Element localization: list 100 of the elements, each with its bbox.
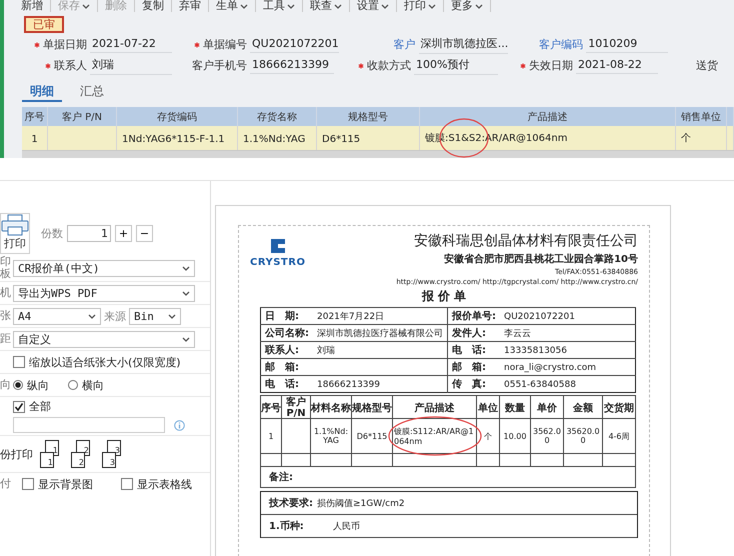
checkbox-label: 显示表格线	[137, 476, 192, 492]
table-cell: 1Nd:YAG6*115-F-1.1	[116, 126, 238, 150]
column-header: 金额	[564, 396, 602, 418]
toolbar-button[interactable]: 新增	[14, 0, 51, 12]
column-header: 存货名称	[238, 107, 316, 126]
info-value: 人民币	[333, 520, 360, 532]
table-cell: 个	[676, 126, 726, 150]
info-label: 邮 箱:	[265, 360, 300, 374]
table-cell: 10.00	[500, 418, 530, 454]
field-link[interactable]: 客户	[394, 37, 416, 52]
info-value: 李云云	[504, 328, 531, 338]
radio-button[interactable]	[13, 380, 23, 390]
tab[interactable]: 汇总	[72, 82, 112, 102]
table-cell: D6*115	[316, 126, 420, 150]
tab[interactable]: 明细	[22, 82, 62, 102]
caret-icon	[182, 266, 190, 271]
info-label: 邮 箱:	[452, 360, 487, 374]
field-value[interactable]: 2021-07-22	[90, 36, 172, 52]
radio-label: 纵向	[27, 378, 49, 393]
info-label: 传 真:	[452, 377, 487, 391]
table-cell: 1	[22, 126, 48, 150]
print-button[interactable]: 打印	[0, 212, 30, 254]
checkbox-label: 显示背景图	[38, 476, 93, 492]
info-value: 损伤阈值≥1GW/cm2	[317, 496, 405, 510]
column-header: 单价	[530, 396, 564, 418]
table-cell: D6*115	[352, 418, 392, 454]
column-header: 单位	[476, 396, 500, 418]
info-label: 技术要求:	[269, 496, 313, 510]
document-title: 报 价 单	[420, 288, 468, 305]
field-value[interactable]: 深圳市凯德拉医...	[418, 36, 508, 54]
dropdown[interactable]: Bin	[129, 308, 181, 325]
caret-icon	[428, 4, 436, 8]
column-header: 存货编码	[116, 107, 238, 126]
toolbar-button[interactable]: 更多	[444, 0, 491, 12]
caret-icon	[334, 4, 342, 8]
info-value: 刘瑞	[317, 345, 335, 355]
dropdown[interactable]: CR报价单(中文)	[13, 260, 195, 277]
field-value[interactable]: 1010209	[586, 36, 668, 52]
table-cell: 35620.00	[564, 418, 602, 454]
field-value[interactable]: 刘瑞	[90, 56, 172, 74]
checkbox[interactable]	[13, 400, 25, 413]
field-value[interactable]: 100%预付	[414, 56, 498, 74]
field-label: 份打印	[0, 446, 34, 462]
checkbox[interactable]	[13, 356, 25, 368]
field-label: 付	[0, 478, 11, 490]
column-header: 序号	[260, 396, 282, 418]
info-label: 联系人:	[265, 343, 300, 357]
column-header: 数量	[500, 396, 530, 418]
dropdown[interactable]: A4	[13, 308, 101, 325]
radio-button[interactable]	[68, 380, 78, 390]
info-label: 电 话:	[452, 343, 487, 357]
info-value: 0551-63840588	[504, 379, 576, 389]
page-number: 1	[52, 447, 58, 456]
column-header: 产品描述	[392, 396, 476, 418]
decrement-button[interactable]: −	[136, 224, 153, 242]
checkbox-label: 全部	[29, 399, 51, 414]
checkbox[interactable]	[22, 478, 34, 490]
field-value[interactable]: QU2021072201	[250, 36, 339, 52]
toolbar-button[interactable]: 联查	[303, 0, 350, 12]
field-link[interactable]: 客户编码	[539, 37, 584, 52]
toolbar-button[interactable]: 复制	[135, 0, 172, 12]
table-cell: 1.1%Nd:YAG	[310, 418, 352, 454]
column-header: 销售单位	[676, 107, 726, 126]
info-value: 深圳市凯德拉医疗器械有限公司	[317, 328, 443, 338]
field-label: 收款方式	[358, 58, 411, 73]
info-label: 报价单号:	[452, 309, 497, 323]
field-label: 客户手机号	[192, 58, 247, 73]
dropdown[interactable]: 导出为WPS PDF	[13, 284, 195, 302]
column-header: 客户P/N	[282, 396, 310, 418]
dropdown[interactable]: 自定义	[13, 330, 195, 348]
increment-button[interactable]: +	[115, 224, 132, 242]
logo-text: CRYSTRO	[250, 256, 306, 267]
page-number: 1	[48, 459, 53, 468]
toolbar-button[interactable]: 工具	[256, 0, 303, 12]
page-number: 2	[78, 459, 84, 468]
toolbar-button[interactable]: 打印	[397, 0, 444, 12]
radio-label: 横向	[82, 378, 104, 393]
caret-icon	[82, 4, 90, 8]
table-cell: 4-6周	[602, 418, 636, 454]
field-label: 失效日期	[520, 58, 573, 73]
caret-icon	[381, 4, 389, 8]
page-range-field[interactable]	[13, 417, 165, 434]
column-header: 规格型号	[316, 107, 420, 126]
field-label: 向	[0, 379, 11, 392]
field-value[interactable]: 2021-08-22	[576, 58, 658, 74]
status-badge: 已审	[24, 16, 64, 33]
toolbar-button[interactable]: 生单	[209, 0, 256, 12]
copies-label: 份数	[41, 226, 63, 240]
field-label: 单据编号	[194, 37, 247, 52]
copies-field[interactable]: 1	[67, 224, 111, 242]
page-number: 3	[110, 459, 115, 468]
table-cell: 个	[476, 418, 500, 454]
checkbox[interactable]	[121, 478, 133, 490]
info-icon	[174, 420, 185, 431]
column-header: 材料名称	[310, 396, 352, 418]
field-value[interactable]: 18666213399	[250, 58, 334, 74]
toolbar-button[interactable]: 设置	[350, 0, 397, 12]
remark-label: 备注:	[269, 471, 293, 482]
info-value: 13335813056	[504, 345, 567, 355]
column-header: 产品描述	[420, 107, 676, 126]
